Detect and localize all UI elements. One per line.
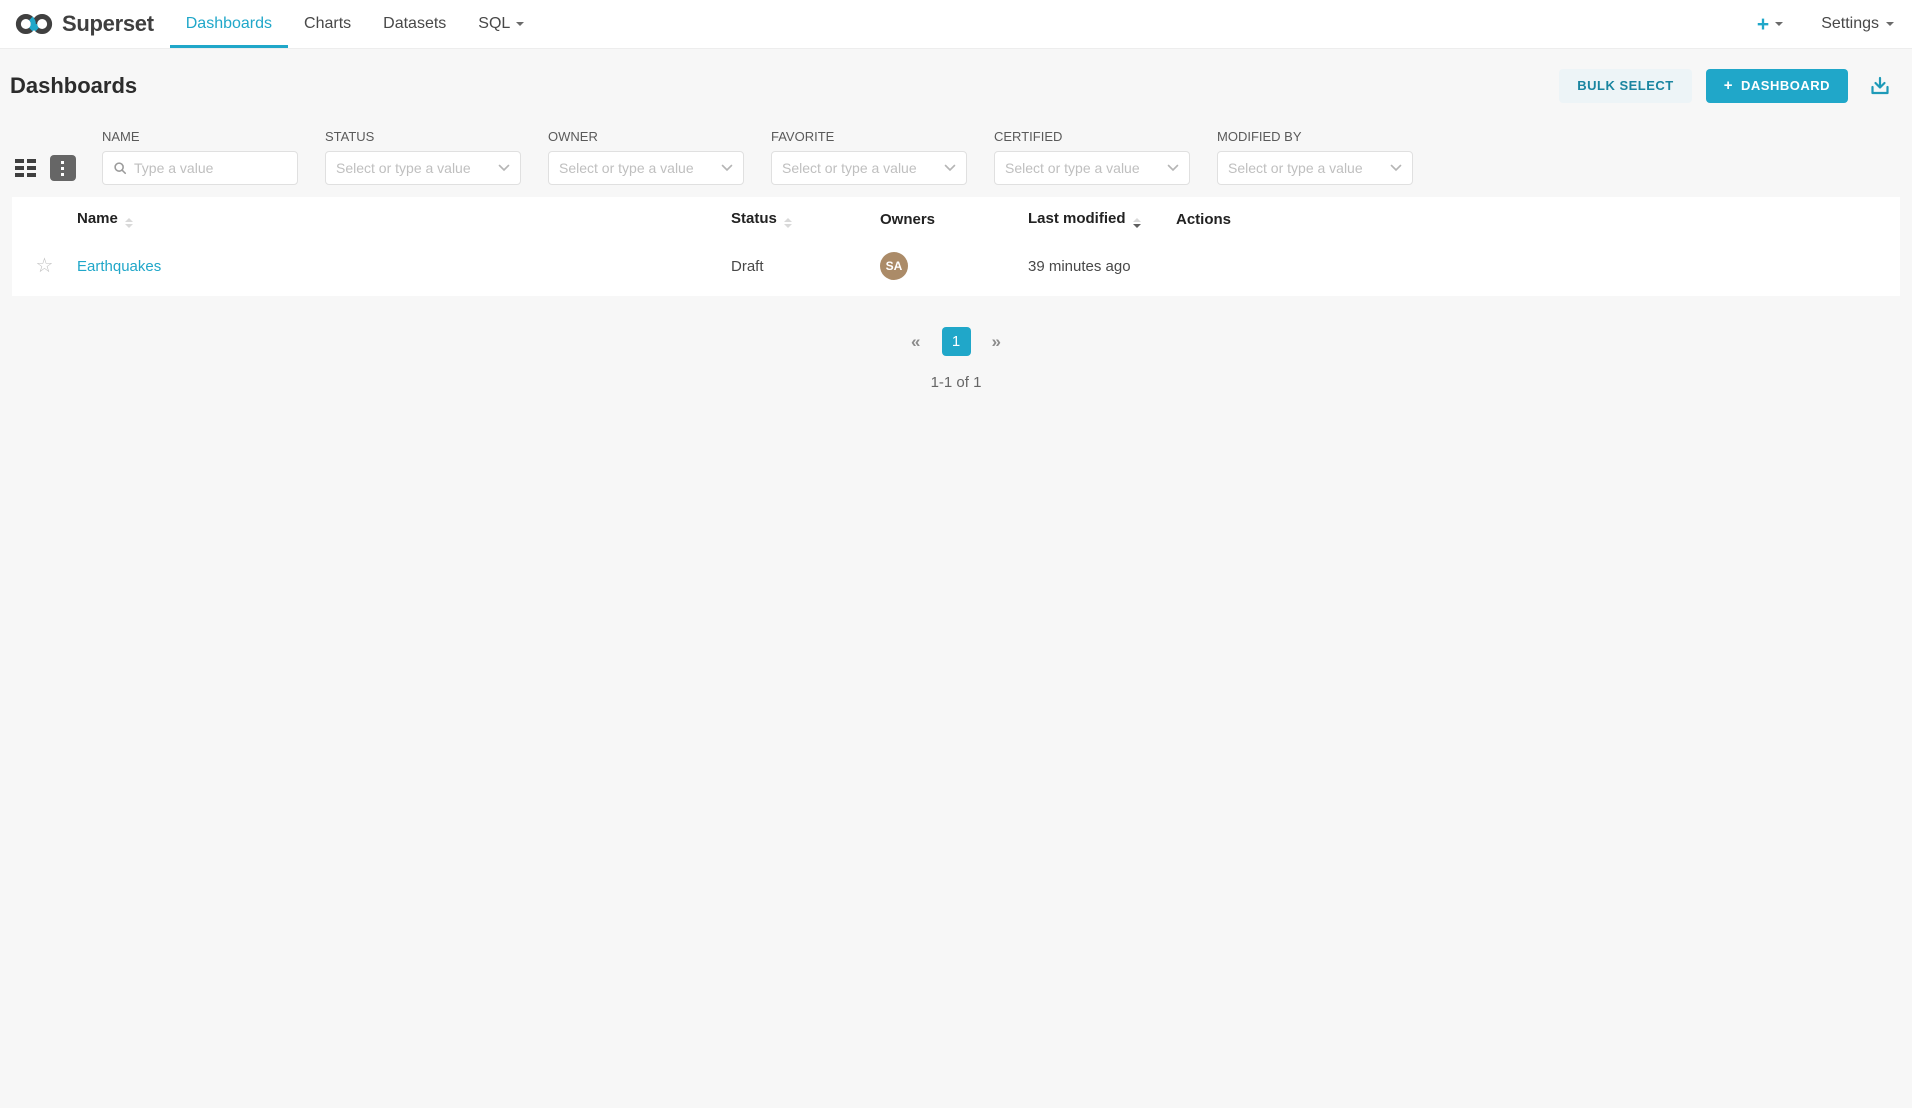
chevron-down-icon — [498, 164, 510, 172]
superset-infinity-icon — [14, 11, 54, 37]
name-filter-input[interactable] — [134, 160, 287, 176]
superset-logo[interactable]: Superset — [0, 0, 164, 48]
owner-filter-select[interactable]: Select or type a value — [548, 151, 744, 185]
chevron-down-icon — [1775, 22, 1783, 26]
list-view-icon — [61, 161, 66, 164]
filter-certified: CERTIFIED Select or type a value — [994, 129, 1190, 185]
status-filter-select[interactable]: Select or type a value — [325, 151, 521, 185]
favorite-filter-select[interactable]: Select or type a value — [771, 151, 967, 185]
new-dashboard-button[interactable]: + DASHBOARD — [1706, 69, 1848, 103]
search-icon — [113, 161, 127, 175]
filter-label-certified: CERTIFIED — [994, 129, 1190, 144]
nav-item-dashboards[interactable]: Dashboards — [170, 0, 288, 48]
page-title: Dashboards — [10, 73, 137, 99]
nav-item-sql[interactable]: SQL — [462, 0, 540, 48]
header-owners: Owners — [880, 197, 1028, 238]
chevron-down-icon — [721, 164, 733, 172]
page-header: Dashboards BULK SELECT + DASHBOARD — [0, 68, 1912, 103]
plus-icon: + — [1757, 14, 1769, 35]
sort-desc-icon — [1133, 218, 1141, 228]
filter-label-name: NAME — [102, 129, 298, 144]
nav-item-charts[interactable]: Charts — [288, 0, 367, 48]
filter-owner: OWNER Select or type a value — [548, 129, 744, 185]
last-modified-value: 39 minutes ago — [1028, 258, 1131, 275]
header-favorite — [12, 197, 77, 238]
status-value: Draft — [731, 258, 764, 275]
dashboard-link-earthquakes[interactable]: Earthquakes — [77, 258, 161, 275]
chevron-down-icon — [516, 22, 524, 26]
chevron-down-icon — [1167, 164, 1179, 172]
page-1-button[interactable]: 1 — [942, 327, 971, 356]
filter-label-favorite: FAVORITE — [771, 129, 967, 144]
filter-label-owner: OWNER — [548, 129, 744, 144]
filter-modified-by: MODIFIED BY Select or type a value — [1217, 129, 1413, 185]
filter-label-modified-by: MODIFIED BY — [1217, 129, 1413, 144]
list-view-toggle[interactable] — [50, 155, 76, 181]
header-name[interactable]: Name — [77, 197, 731, 238]
pagination: « 1 » — [0, 327, 1912, 356]
chevron-down-icon — [1886, 22, 1894, 26]
dashboards-table: Name Status Owners Last modified Actions… — [12, 197, 1900, 296]
result-count: 1-1 of 1 — [0, 374, 1912, 391]
header-last-modified[interactable]: Last modified — [1028, 197, 1176, 238]
chevron-down-icon — [944, 164, 956, 172]
prev-page-button[interactable]: « — [907, 332, 924, 352]
nav-item-datasets[interactable]: Datasets — [367, 0, 462, 48]
plus-icon: + — [1724, 78, 1733, 93]
filter-status: STATUS Select or type a value — [325, 129, 521, 185]
new-item-menu[interactable]: + — [1757, 14, 1783, 35]
name-filter-box — [102, 151, 298, 185]
certified-filter-select[interactable]: Select or type a value — [994, 151, 1190, 185]
sort-icon — [784, 218, 792, 228]
top-navigation-bar: Superset Dashboards Charts Datasets SQL … — [0, 0, 1912, 49]
sort-icon — [125, 218, 133, 228]
filter-favorite: FAVORITE Select or type a value — [771, 129, 967, 185]
header-status[interactable]: Status — [731, 197, 880, 238]
import-dashboard-button[interactable] — [1862, 72, 1898, 100]
import-download-icon — [1868, 74, 1892, 98]
card-view-grid-icon — [15, 159, 36, 177]
settings-menu[interactable]: Settings — [1821, 15, 1894, 33]
owner-avatar[interactable]: SA — [880, 252, 908, 280]
table-header-row: Name Status Owners Last modified Actions — [12, 197, 1900, 238]
filter-label-status: STATUS — [325, 129, 521, 144]
dashboards-list-card: Name Status Owners Last modified Actions… — [12, 197, 1900, 296]
next-page-button[interactable]: » — [988, 332, 1005, 352]
actions-cell — [1176, 238, 1900, 296]
bulk-select-button[interactable]: BULK SELECT — [1559, 69, 1692, 103]
header-actions: Actions — [1176, 197, 1900, 238]
filter-name: NAME — [102, 129, 298, 185]
favorite-star-icon[interactable]: ☆ — [12, 256, 77, 276]
card-view-toggle[interactable] — [15, 159, 36, 177]
brand-name: Superset — [62, 11, 154, 37]
table-row: ☆ Earthquakes Draft SA 39 minutes ago — [12, 238, 1900, 296]
modified-by-filter-select[interactable]: Select or type a value — [1217, 151, 1413, 185]
filter-bar: NAME STATUS Select or type a value — [0, 129, 1912, 185]
chevron-down-icon — [1390, 164, 1402, 172]
